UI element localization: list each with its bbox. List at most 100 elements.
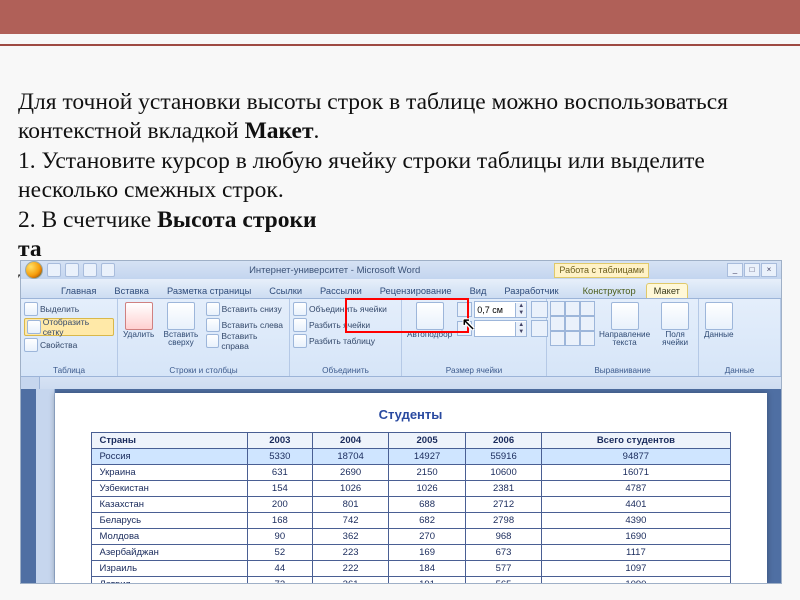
table-cell[interactable]: Латвия (91, 577, 247, 584)
table-cell[interactable]: 200 (247, 497, 312, 513)
cell-margins-button[interactable]: Поля ячейки (655, 301, 695, 348)
tab-review[interactable]: Рецензирование (372, 283, 460, 298)
table-cell[interactable]: 1026 (312, 481, 388, 497)
table-cell[interactable]: 1097 (542, 561, 730, 577)
data-button[interactable]: Данные (702, 301, 736, 340)
tab-mailings[interactable]: Рассылки (312, 283, 370, 298)
table-cell[interactable]: 191 (389, 577, 465, 584)
table-cell[interactable]: 169 (389, 545, 465, 561)
align-tl-button[interactable] (550, 301, 565, 316)
table-cell[interactable]: 1690 (542, 529, 730, 545)
table-cell[interactable]: 631 (247, 465, 312, 481)
table-cell[interactable]: 55916 (465, 449, 541, 465)
table-cell[interactable]: Израиль (91, 561, 247, 577)
table-row[interactable]: Молдова903622709681690 (91, 529, 730, 545)
table-cell[interactable]: 14927 (389, 449, 465, 465)
table-row[interactable]: Украина631269021501060016071 (91, 465, 730, 481)
table-cell[interactable]: 5330 (247, 449, 312, 465)
table-cell[interactable]: 2150 (389, 465, 465, 481)
table-cell[interactable]: 4401 (542, 497, 730, 513)
select-button[interactable]: Выделить (24, 301, 79, 317)
row-height-spinner[interactable]: ▲▼ (474, 301, 527, 318)
align-tr-button[interactable] (580, 301, 595, 316)
table-cell[interactable]: 673 (465, 545, 541, 561)
table-cell[interactable]: 16071 (542, 465, 730, 481)
table-cell[interactable]: 2690 (312, 465, 388, 481)
tab-insert[interactable]: Вставка (106, 283, 157, 298)
align-bc-button[interactable] (565, 331, 580, 346)
table-cell[interactable]: 2381 (465, 481, 541, 497)
distribute-rows-button[interactable] (531, 301, 548, 318)
table-cell[interactable]: 4390 (542, 513, 730, 529)
maximize-button[interactable]: □ (744, 263, 760, 277)
qat-save-icon[interactable] (47, 263, 61, 277)
align-br-button[interactable] (580, 331, 595, 346)
text-direction-button[interactable]: Направление текста (597, 301, 652, 348)
insert-above-button[interactable]: Вставить сверху (159, 301, 202, 348)
table-cell[interactable]: 223 (312, 545, 388, 561)
table-cell[interactable]: 565 (465, 577, 541, 584)
table-cell[interactable]: Беларусь (91, 513, 247, 529)
insert-below-button[interactable]: Вставить снизу (206, 301, 286, 316)
qat-undo-icon[interactable] (65, 263, 79, 277)
table-cell[interactable]: 270 (389, 529, 465, 545)
split-table-button[interactable]: Разбить таблицу (293, 333, 375, 348)
table-cell[interactable]: 18704 (312, 449, 388, 465)
table-cell[interactable]: 52 (247, 545, 312, 561)
tab-home[interactable]: Главная (53, 283, 104, 298)
qat-print-icon[interactable] (101, 263, 115, 277)
close-button[interactable]: × (761, 263, 777, 277)
distribute-cols-button[interactable] (531, 320, 548, 337)
spin-up-icon[interactable]: ▲ (515, 303, 526, 310)
align-ml-button[interactable] (550, 316, 565, 331)
table-cell[interactable]: 577 (465, 561, 541, 577)
table-cell[interactable]: 168 (247, 513, 312, 529)
table-row[interactable]: Казахстан20080168827124401 (91, 497, 730, 513)
split-cells-button[interactable]: Разбить ячейки (293, 317, 370, 332)
table-cell[interactable]: Молдова (91, 529, 247, 545)
spin-down-icon[interactable]: ▼ (515, 329, 526, 336)
align-mc-button[interactable] (565, 316, 580, 331)
table-row[interactable]: Израиль442221845771097 (91, 561, 730, 577)
merge-cells-button[interactable]: Объединить ячейки (293, 301, 387, 316)
table-cell[interactable]: 222 (312, 561, 388, 577)
table-cell[interactable]: 742 (312, 513, 388, 529)
table-cell[interactable]: Узбекистан (91, 481, 247, 497)
table-cell[interactable]: 154 (247, 481, 312, 497)
tab-view[interactable]: Вид (462, 283, 495, 298)
table-cell[interactable]: 688 (389, 497, 465, 513)
table-cell[interactable]: 4787 (542, 481, 730, 497)
table-cell[interactable]: 94877 (542, 449, 730, 465)
table-cell[interactable]: 362 (312, 529, 388, 545)
table-cell[interactable]: 44 (247, 561, 312, 577)
qat-redo-icon[interactable] (83, 263, 97, 277)
table-cell[interactable]: 801 (312, 497, 388, 513)
table-cell[interactable]: 1117 (542, 545, 730, 561)
table-cell[interactable]: Азербайджан (91, 545, 247, 561)
row-height-input[interactable] (475, 305, 515, 315)
minimize-button[interactable]: _ (727, 263, 743, 277)
table-cell[interactable]: 2798 (465, 513, 541, 529)
tab-developer[interactable]: Разработчик (496, 283, 566, 298)
table-cell[interactable]: 184 (389, 561, 465, 577)
table-cell[interactable]: Россия (91, 449, 247, 465)
table-cell[interactable]: 1026 (389, 481, 465, 497)
table-row[interactable]: Латвия722611915651090 (91, 577, 730, 584)
insert-right-button[interactable]: Вставить справа (206, 333, 286, 348)
table-row[interactable]: Азербайджан522231696731117 (91, 545, 730, 561)
table-cell[interactable]: Украина (91, 465, 247, 481)
table-row[interactable]: Узбекистан1541026102623814787 (91, 481, 730, 497)
table-cell[interactable]: 968 (465, 529, 541, 545)
data-table[interactable]: Страны2003200420052006Всего студентов Ро… (91, 432, 731, 583)
col-width-input[interactable] (475, 324, 515, 334)
align-bl-button[interactable] (550, 331, 565, 346)
autofit-button[interactable]: Автоподбор (405, 301, 454, 340)
table-cell[interactable]: 10600 (465, 465, 541, 481)
table-row[interactable]: Беларусь16874268227984390 (91, 513, 730, 529)
align-mr-button[interactable] (580, 316, 595, 331)
col-width-spinner[interactable]: ▲▼ (474, 320, 527, 337)
tab-references[interactable]: Ссылки (261, 283, 310, 298)
table-cell[interactable]: 261 (312, 577, 388, 584)
spin-up-icon[interactable]: ▲ (515, 322, 526, 329)
properties-button[interactable]: Свойства (24, 337, 77, 353)
